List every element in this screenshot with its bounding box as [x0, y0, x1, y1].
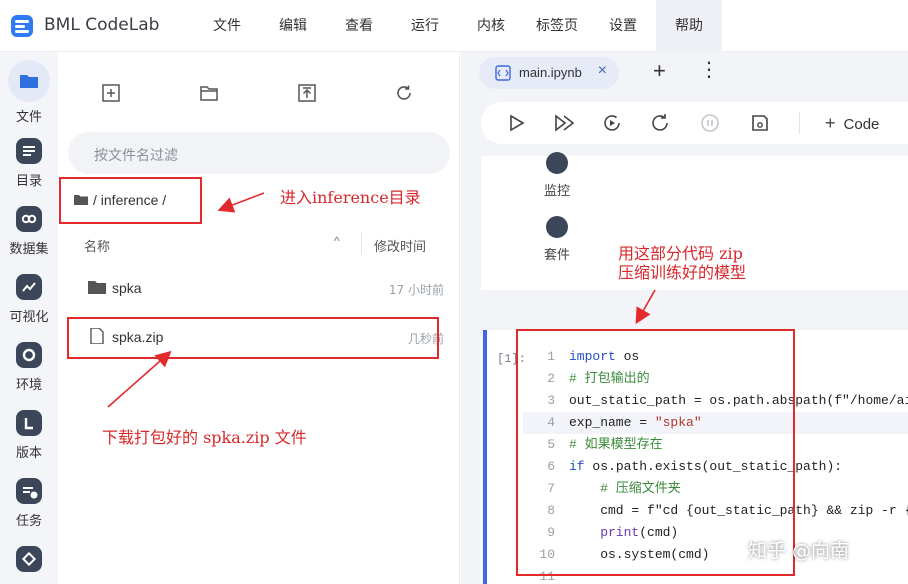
- add-code-cell-button[interactable]: + Code: [825, 113, 879, 134]
- close-icon[interactable]: ×: [598, 62, 607, 80]
- stop-icon[interactable]: [699, 112, 721, 134]
- file-row-spka[interactable]: spka 17 小时前: [68, 273, 450, 303]
- chart-icon: [16, 274, 42, 300]
- menu-kernel[interactable]: 内核: [458, 0, 524, 52]
- rail-item-more[interactable]: [0, 546, 58, 572]
- bml-logo-icon: [11, 15, 33, 37]
- rail-item-files[interactable]: 文件: [0, 60, 58, 125]
- file-modified-time: 17 小时前: [388, 283, 444, 297]
- annotation-download: 下载打包好的 spka.zip 文件: [102, 428, 307, 447]
- column-header-name[interactable]: 名称: [84, 236, 110, 255]
- suite-icon: [546, 216, 568, 238]
- top-menu-bar: BML CodeLab 文件 编辑 查看 运行 内核 标签页 设置 帮助: [0, 0, 908, 52]
- restart-icon[interactable]: [649, 112, 671, 134]
- restart-run-icon[interactable]: [601, 112, 623, 134]
- annotation-box-breadcrumb: [59, 177, 202, 224]
- version-icon: [16, 410, 42, 436]
- menu-view[interactable]: 查看: [326, 0, 392, 52]
- new-file-icon[interactable]: [100, 82, 122, 104]
- rail-label: 目录: [15, 174, 42, 189]
- rail-label: 环境: [15, 378, 42, 393]
- app-title: BML CodeLab: [44, 15, 160, 35]
- run-icon[interactable]: [505, 112, 527, 134]
- notebook-toolbar: + Code: [481, 102, 908, 144]
- column-divider: [361, 232, 362, 254]
- file-name: spka: [112, 280, 142, 296]
- rail-item-visualization[interactable]: 可视化: [0, 274, 58, 325]
- annotation-box-zip-file: [67, 317, 439, 359]
- panel-item-label: 套件: [543, 248, 570, 263]
- menu-file[interactable]: 文件: [194, 0, 260, 52]
- file-filter-input[interactable]: 按文件名过滤: [68, 132, 450, 174]
- rail-item-tasks[interactable]: 任务: [0, 478, 58, 529]
- panel-item-monitor[interactable]: 监控: [537, 152, 577, 199]
- rail-item-environment[interactable]: 环境: [0, 342, 58, 393]
- annotation-zip-code: 用这部分代码 zip 压缩训练好的模型: [618, 244, 747, 282]
- task-icon: [16, 478, 42, 504]
- tab-bar: main.ipynb × + ⋮: [461, 52, 908, 94]
- plus-icon: +: [825, 113, 836, 133]
- folder-icon: [88, 281, 106, 294]
- rail-label: 版本: [15, 446, 42, 461]
- upload-icon[interactable]: [296, 82, 318, 104]
- panel-item-suite[interactable]: 套件: [537, 216, 577, 263]
- more-icon[interactable]: ⋮: [699, 58, 719, 82]
- activity-rail: 文件 目录 数据集 可视化 环境 版本 任务: [0, 52, 58, 584]
- watermark: 知乎 @向南: [748, 540, 850, 562]
- rail-item-outline[interactable]: 目录: [0, 138, 58, 189]
- diamond-icon: [16, 546, 42, 572]
- tab-main-ipynb[interactable]: main.ipynb ×: [479, 57, 619, 89]
- run-all-icon[interactable]: [553, 112, 575, 134]
- active-cell-indicator: [483, 330, 487, 584]
- rail-item-datasets[interactable]: 数据集: [0, 206, 58, 257]
- menu-settings[interactable]: 设置: [590, 0, 656, 52]
- filter-placeholder: 按文件名过滤: [94, 148, 178, 164]
- sort-indicator-icon[interactable]: ^: [334, 234, 340, 248]
- panel-item-label: 监控: [543, 184, 570, 199]
- column-header-modified[interactable]: 修改时间: [374, 236, 426, 255]
- menu-tabs[interactable]: 标签页: [524, 0, 590, 52]
- menu-edit[interactable]: 编辑: [260, 0, 326, 52]
- toolbar-divider: [799, 112, 800, 134]
- new-folder-icon[interactable]: [198, 82, 220, 104]
- folder-icon: [8, 60, 50, 102]
- save-icon[interactable]: [749, 112, 771, 134]
- monitor-icon: [546, 152, 568, 174]
- tab-label: main.ipynb: [519, 65, 582, 80]
- menu-run[interactable]: 运行: [392, 0, 458, 52]
- annotation-enter-dir: 进入inference目录: [280, 188, 421, 207]
- notebook-icon: [495, 65, 511, 81]
- rail-label: 可视化: [9, 310, 49, 325]
- rail-label: 任务: [15, 514, 42, 529]
- dataset-icon: [16, 206, 42, 232]
- add-tab-button[interactable]: +: [653, 58, 666, 84]
- menu-help[interactable]: 帮助: [656, 0, 722, 52]
- rail-label: 数据集: [9, 242, 49, 257]
- add-code-label: Code: [843, 116, 880, 133]
- rail-label: 文件: [15, 110, 42, 125]
- environment-icon: [16, 342, 42, 368]
- list-icon: [16, 138, 42, 164]
- main-menu: 文件 编辑 查看 运行 内核 标签页 设置 帮助: [194, 0, 722, 52]
- refresh-icon[interactable]: [393, 82, 415, 104]
- rail-item-versions[interactable]: 版本: [0, 410, 58, 461]
